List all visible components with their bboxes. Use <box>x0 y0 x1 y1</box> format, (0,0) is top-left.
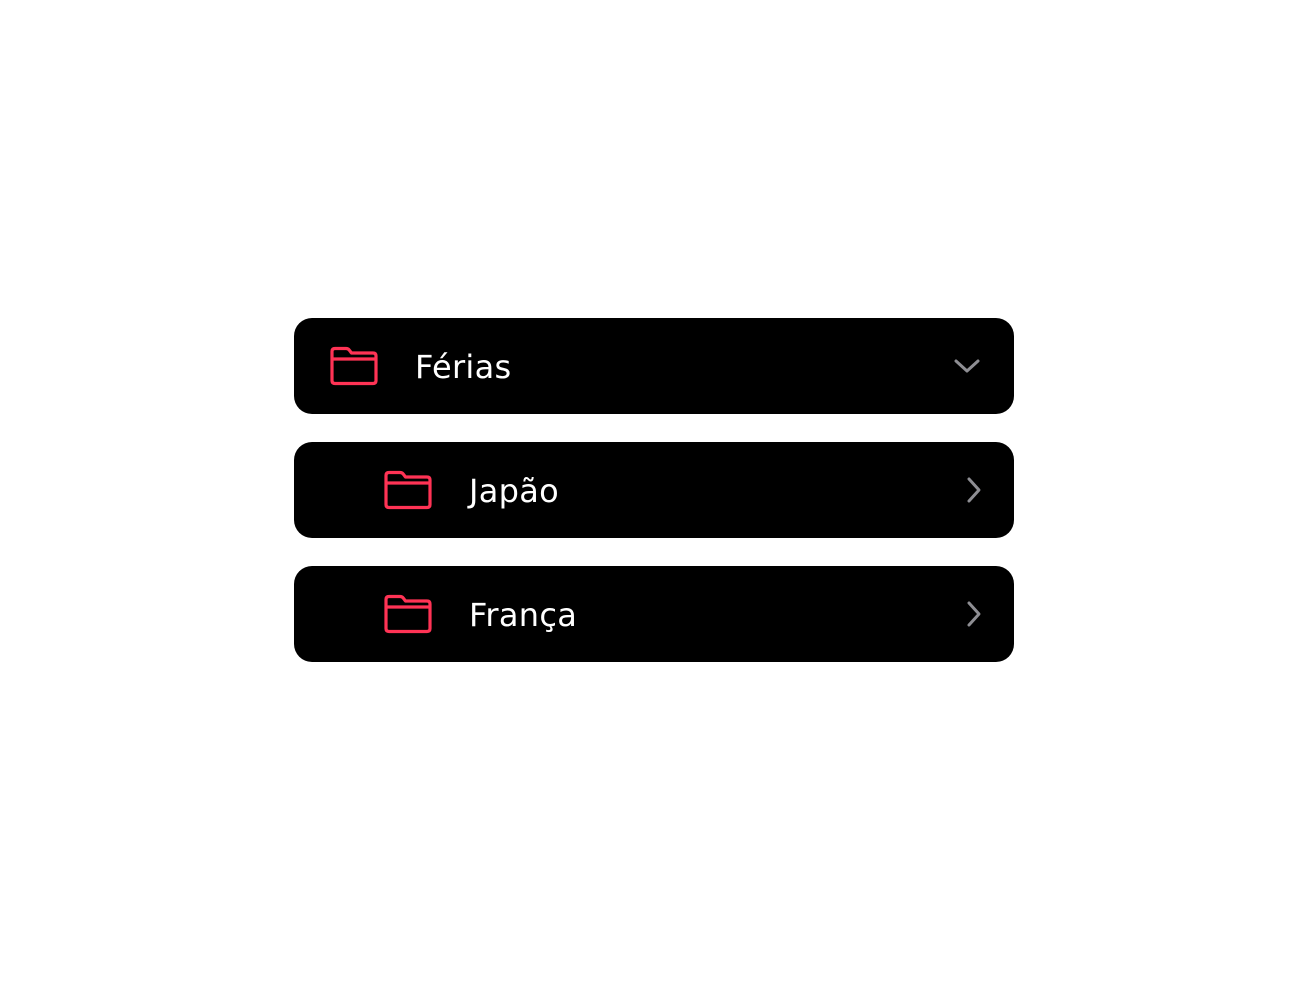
folder-label: Japão <box>469 472 560 510</box>
folder-row-ferias[interactable]: Férias <box>294 318 1014 414</box>
folder-icon <box>330 346 378 386</box>
chevron-right-icon[interactable] <box>959 475 989 505</box>
folder-icon <box>384 470 432 510</box>
folder-icon <box>384 594 432 634</box>
folder-label: Férias <box>415 348 512 386</box>
folder-label: França <box>469 596 578 634</box>
folder-list: Férias Japão França <box>294 318 1014 690</box>
chevron-right-icon[interactable] <box>959 599 989 629</box>
folder-row-franca[interactable]: França <box>294 566 1014 662</box>
chevron-down-icon[interactable] <box>952 351 982 381</box>
folder-row-japao[interactable]: Japão <box>294 442 1014 538</box>
